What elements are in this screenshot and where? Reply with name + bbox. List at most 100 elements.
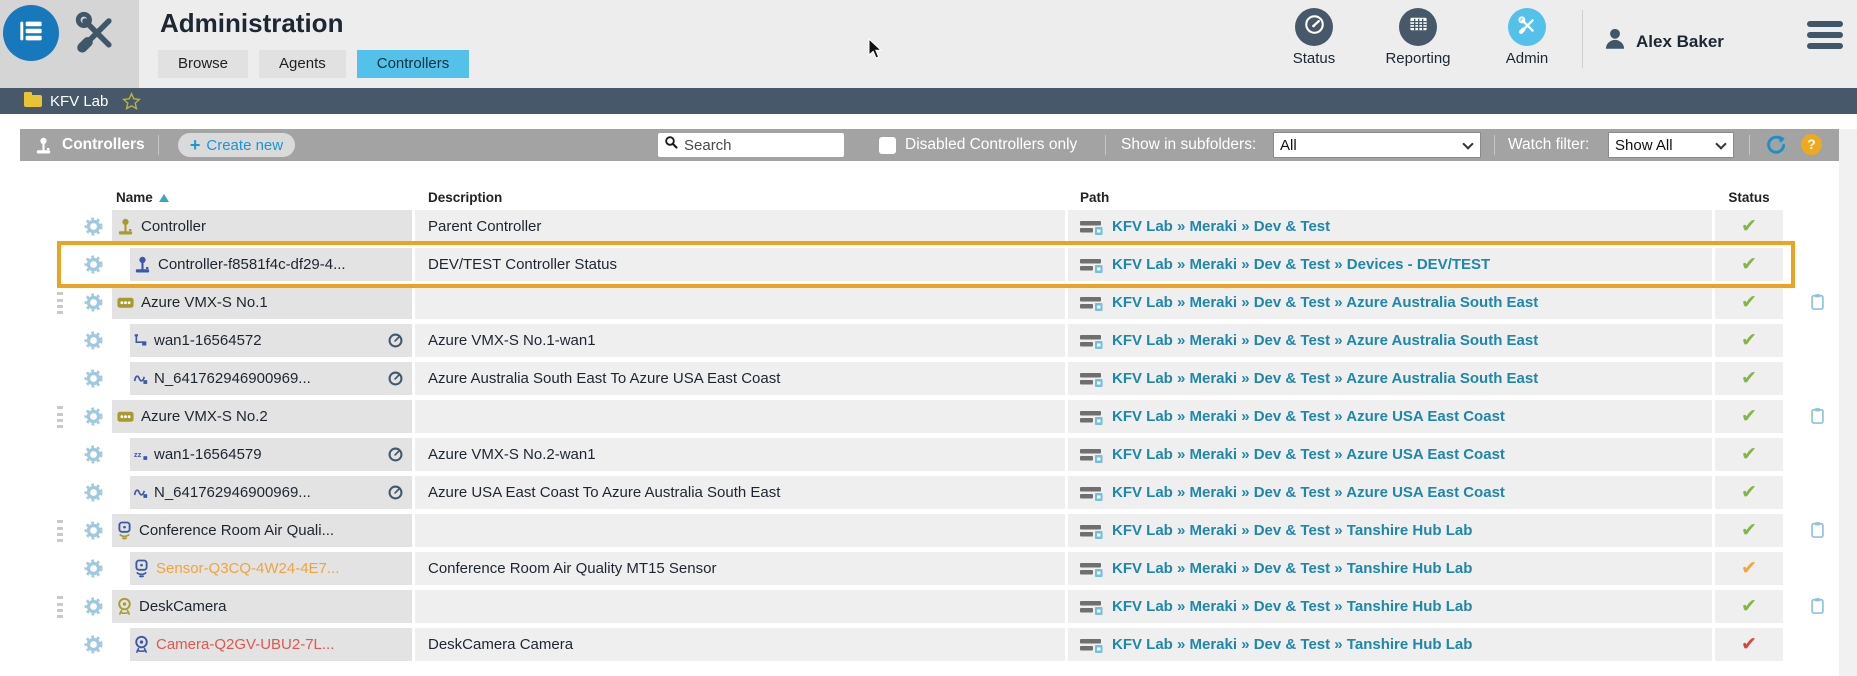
- path-link[interactable]: KFV Lab » Meraki » Dev & Test » Tanshire…: [1112, 560, 1472, 577]
- search-input[interactable]: [684, 136, 834, 154]
- device-icon: [116, 407, 135, 426]
- favorite-star-icon[interactable]: [122, 91, 142, 111]
- header-divider: [1582, 10, 1583, 68]
- user-menu[interactable]: Alex Baker: [1602, 26, 1724, 57]
- hamburger-menu-icon[interactable]: [1807, 21, 1843, 54]
- path-link[interactable]: KFV Lab » Meraki » Dev & Test » Devices …: [1112, 256, 1490, 273]
- row-name[interactable]: wan1-16564579: [154, 446, 262, 463]
- path-link[interactable]: KFV Lab » Meraki » Dev & Test » Azure Au…: [1112, 332, 1538, 349]
- sensor-group-icon: [116, 521, 133, 541]
- copy-icon[interactable]: [1810, 521, 1825, 539]
- copy-icon[interactable]: [1810, 293, 1825, 311]
- copy-icon[interactable]: [1810, 407, 1825, 425]
- path-link[interactable]: KFV Lab » Meraki » Dev & Test » Azure Au…: [1112, 370, 1538, 387]
- path-link[interactable]: KFV Lab » Meraki » Dev & Test » Azure US…: [1112, 408, 1505, 425]
- status-gauge-icon: [1303, 13, 1326, 41]
- path-link[interactable]: KFV Lab » Meraki » Dev & Test » Azure US…: [1112, 484, 1505, 501]
- row-description: [415, 286, 1065, 319]
- toolbar-divider: [1494, 135, 1495, 155]
- settings-gear-icon[interactable]: [65, 248, 105, 281]
- row-name[interactable]: Camera-Q2GV-UBU2-7L...: [156, 636, 334, 653]
- controllers-joystick-icon: [34, 129, 53, 161]
- row-name[interactable]: Controller-f8581f4c-df29-4...: [158, 256, 346, 273]
- row-name[interactable]: Controller: [141, 218, 206, 235]
- settings-gear-icon[interactable]: [65, 628, 105, 661]
- table-row: Azure VMX-S No.2 KFV Lab » Meraki » Dev …: [20, 400, 1839, 433]
- path-link[interactable]: KFV Lab » Meraki » Dev & Test: [1112, 218, 1330, 235]
- wave-icon: [133, 485, 148, 500]
- path-node-icon: [1080, 333, 1104, 349]
- toolbar-divider: [1105, 135, 1106, 155]
- toolbar: Controllers + Create new Disabled Contro…: [20, 129, 1839, 161]
- admin-tools-icon: [70, 10, 122, 59]
- refresh-icon[interactable]: [1765, 134, 1787, 156]
- zz-icon: zz: [133, 447, 148, 462]
- status-check-icon: ✔: [1741, 292, 1757, 313]
- column-header-description[interactable]: Description: [415, 190, 1065, 205]
- main-content: Controllers + Create new Disabled Contro…: [20, 129, 1839, 666]
- page-title: Administration: [160, 8, 344, 38]
- row-name[interactable]: DeskCamera: [139, 598, 227, 615]
- table-row: Azure VMX-S No.1 KFV Lab » Meraki » Dev …: [20, 286, 1839, 319]
- tab-controllers[interactable]: Controllers: [356, 50, 470, 78]
- column-header-path[interactable]: Path: [1068, 190, 1712, 205]
- row-description: [415, 590, 1065, 623]
- row-name[interactable]: Conference Room Air Quali...: [139, 522, 334, 539]
- path-link[interactable]: KFV Lab » Meraki » Dev & Test » Tanshire…: [1112, 598, 1472, 615]
- path-link[interactable]: KFV Lab » Meraki » Dev & Test » Azure Au…: [1112, 294, 1538, 311]
- path-link[interactable]: KFV Lab » Meraki » Dev & Test » Azure US…: [1112, 446, 1505, 463]
- row-name[interactable]: Azure VMX-S No.1: [141, 294, 268, 311]
- table-row: Camera-Q2GV-UBU2-7L... DeskCamera Camera…: [20, 628, 1839, 661]
- row-name[interactable]: Sensor-Q3CQ-4W24-4E7...: [156, 560, 339, 577]
- column-header-name[interactable]: Name: [112, 190, 412, 205]
- settings-gear-icon[interactable]: [65, 286, 105, 319]
- settings-gear-icon[interactable]: [65, 514, 105, 547]
- breadcrumb[interactable]: KFV Lab: [50, 93, 108, 110]
- subfolders-select[interactable]: All: [1273, 132, 1481, 158]
- path-link[interactable]: KFV Lab » Meraki » Dev & Test » Tanshire…: [1112, 522, 1472, 539]
- disabled-only-checkbox[interactable]: [879, 137, 896, 154]
- nav-admin[interactable]: Admin: [1481, 8, 1573, 67]
- settings-gear-icon[interactable]: [65, 590, 105, 623]
- path-node-icon: [1080, 447, 1104, 463]
- tab-browse[interactable]: Browse: [158, 50, 249, 78]
- user-name: Alex Baker: [1636, 31, 1724, 51]
- drag-handle-icon[interactable]: [57, 595, 63, 618]
- row-description: Parent Controller: [415, 210, 1065, 243]
- settings-gear-icon[interactable]: [65, 210, 105, 243]
- gauge-icon: [387, 332, 404, 349]
- nav-reporting[interactable]: Reporting: [1372, 8, 1464, 67]
- watch-filter-select[interactable]: Show All: [1608, 132, 1734, 158]
- nav-status[interactable]: Status: [1268, 8, 1360, 67]
- table-body: Controller Parent Controller KFV Lab » M…: [20, 210, 1839, 661]
- table-row: Sensor-Q3CQ-4W24-4E7... Conference Room …: [20, 552, 1839, 585]
- settings-gear-icon[interactable]: [65, 552, 105, 585]
- user-avatar-icon: [1602, 26, 1628, 57]
- drag-handle-icon[interactable]: [57, 291, 63, 314]
- column-header-status[interactable]: Status: [1715, 190, 1783, 205]
- row-name[interactable]: wan1-16564572: [154, 332, 262, 349]
- settings-gear-icon[interactable]: [65, 400, 105, 433]
- toolbar-section-label: Controllers: [62, 136, 145, 153]
- path-node-icon: [1080, 295, 1104, 311]
- settings-gear-icon[interactable]: [65, 438, 105, 471]
- drag-handle-icon[interactable]: [57, 519, 63, 542]
- toolbar-divider: [158, 135, 159, 155]
- gauge-icon: [387, 446, 404, 463]
- help-icon[interactable]: ?: [1801, 134, 1822, 155]
- row-name[interactable]: N_641762946900969...: [154, 484, 311, 501]
- row-name[interactable]: N_641762946900969...: [154, 370, 311, 387]
- path-link[interactable]: KFV Lab » Meraki » Dev & Test » Tanshire…: [1112, 636, 1472, 653]
- tab-agents[interactable]: Agents: [259, 50, 346, 78]
- status-check-icon: ✔: [1741, 634, 1757, 655]
- row-name[interactable]: Azure VMX-S No.2: [141, 408, 268, 425]
- settings-gear-icon[interactable]: [65, 362, 105, 395]
- settings-gear-icon[interactable]: [65, 324, 105, 357]
- app-logo[interactable]: [3, 5, 59, 61]
- copy-icon[interactable]: [1810, 597, 1825, 615]
- settings-gear-icon[interactable]: [65, 476, 105, 509]
- disabled-only-label[interactable]: Disabled Controllers only: [905, 129, 1077, 161]
- path-node-icon: [1080, 599, 1104, 615]
- create-new-button[interactable]: + Create new: [178, 133, 295, 157]
- drag-handle-icon[interactable]: [57, 405, 63, 428]
